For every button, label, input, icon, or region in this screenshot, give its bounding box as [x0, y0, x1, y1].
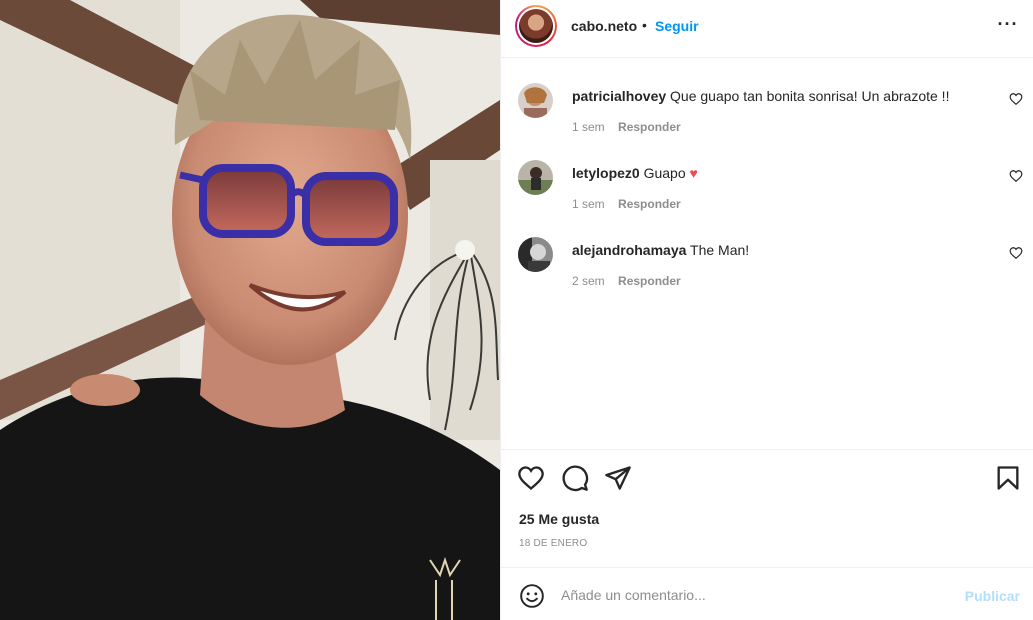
red-heart-emoji: ♥ — [689, 165, 698, 181]
comment-text: letylopez0 Guapo ♥ — [572, 164, 698, 182]
comment-item: letylopez0 Guapo ♥ 1 sem Responder — [501, 136, 1033, 213]
commenter-avatar[interactable] — [518, 160, 553, 195]
comment-text: alejandrohamaya The Man! — [572, 241, 749, 259]
comment-body: Guapo — [643, 165, 686, 181]
reply-button[interactable]: Responder — [618, 197, 681, 211]
post-date[interactable]: 18 DE ENERO — [519, 538, 587, 549]
reply-button[interactable]: Responder — [618, 120, 681, 134]
emoji-icon[interactable] — [519, 583, 545, 609]
commenter-avatar[interactable] — [518, 237, 553, 272]
author-username[interactable]: cabo.neto — [571, 18, 637, 34]
more-options-icon[interactable]: ··· — [996, 14, 1020, 38]
like-comment-icon[interactable] — [1009, 92, 1023, 106]
post-photo[interactable] — [0, 0, 500, 620]
comment-time[interactable]: 1 sem — [572, 120, 605, 134]
like-comment-icon[interactable] — [1009, 169, 1023, 183]
add-comment-bar: Publicar — [501, 567, 1033, 620]
comment-meta: 2 sem Responder — [572, 274, 681, 288]
bookmark-icon[interactable] — [994, 464, 1022, 492]
follow-button[interactable]: Seguir — [655, 18, 699, 34]
comment-icon[interactable] — [561, 464, 589, 492]
likes-count[interactable]: 25 Me gusta — [519, 511, 599, 527]
comment-username[interactable]: alejandrohamaya — [572, 242, 686, 258]
comment-input[interactable] — [561, 582, 941, 608]
commenter-avatar[interactable] — [518, 83, 553, 118]
comment-time[interactable]: 2 sem — [572, 274, 605, 288]
comment-text: patricialhovey Que guapo tan bonita sonr… — [572, 87, 949, 105]
share-icon[interactable] — [604, 464, 632, 492]
comment-body: The Man! — [690, 242, 750, 258]
comment-username[interactable]: letylopez0 — [572, 165, 640, 181]
post-side-panel: cabo.neto • Seguir ··· patricialhovey Qu… — [500, 0, 1033, 620]
author-avatar[interactable] — [515, 5, 557, 47]
header-separator: • — [642, 17, 647, 33]
comment-time[interactable]: 1 sem — [572, 197, 605, 211]
like-comment-icon[interactable] — [1009, 246, 1023, 260]
comment-item: patricialhovey Que guapo tan bonita sonr… — [501, 59, 1033, 136]
reply-button[interactable]: Responder — [618, 274, 681, 288]
comment-item: alejandrohamaya The Man! 2 sem Responder — [501, 213, 1033, 290]
comment-body: Que guapo tan bonita sonrisa! Un abrazot… — [670, 88, 950, 104]
post-actions: 25 Me gusta 18 DE ENERO — [501, 449, 1033, 567]
heart-icon[interactable] — [517, 464, 545, 492]
comment-username[interactable]: patricialhovey — [572, 88, 666, 104]
selfie-image — [0, 0, 500, 620]
comment-meta: 1 sem Responder — [572, 197, 681, 211]
publish-button[interactable]: Publicar — [965, 588, 1020, 604]
post-header: cabo.neto • Seguir ··· — [501, 0, 1033, 58]
comment-meta: 1 sem Responder — [572, 120, 681, 134]
comments-list: patricialhovey Que guapo tan bonita sonr… — [501, 59, 1033, 290]
